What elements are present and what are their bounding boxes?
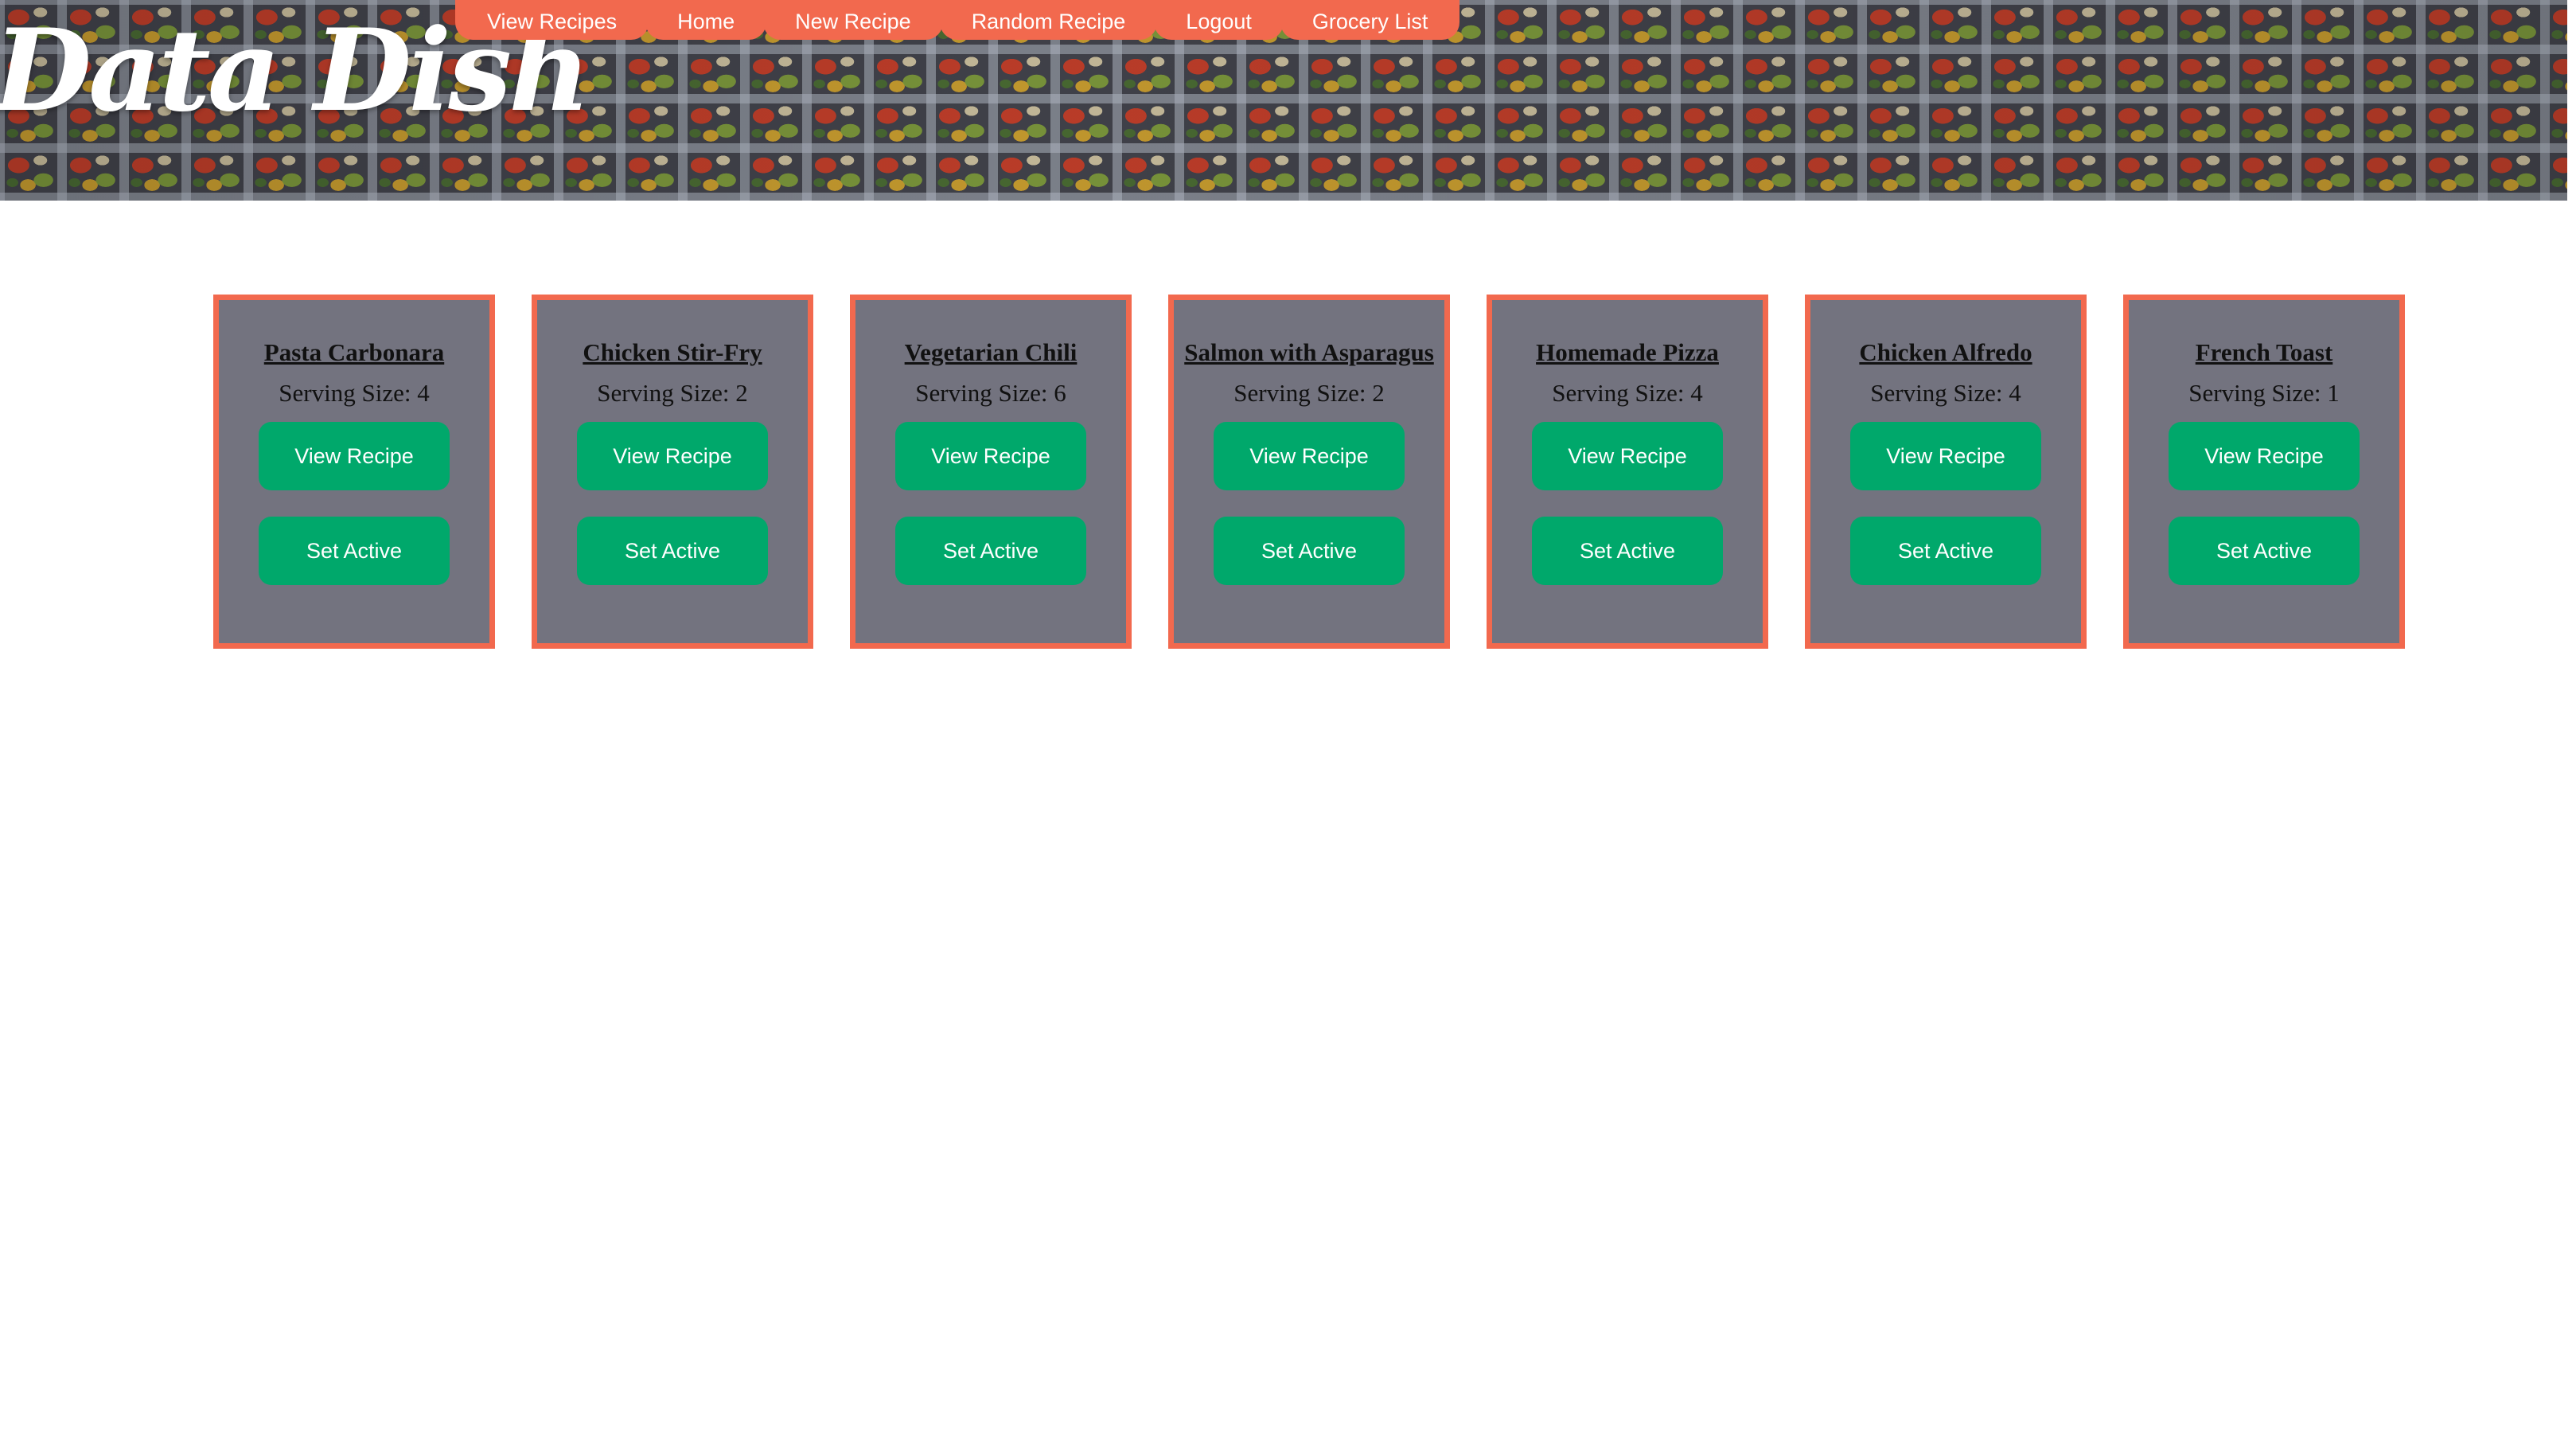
- nav-view-recipes[interactable]: View Recipes: [455, 0, 649, 40]
- serving-size: Serving Size: 2: [597, 379, 748, 407]
- set-active-button[interactable]: Set Active: [1850, 517, 2041, 585]
- view-recipe-button[interactable]: View Recipe: [577, 422, 768, 490]
- recipe-card: Vegetarian Chili Serving Size: 6 View Re…: [850, 295, 1132, 649]
- nav-logout[interactable]: Logout: [1154, 0, 1284, 40]
- recipe-card: Chicken Alfredo Serving Size: 4 View Rec…: [1805, 295, 2087, 649]
- nav-random-recipe[interactable]: Random Recipe: [939, 0, 1158, 40]
- recipe-card: Homemade Pizza Serving Size: 4 View Reci…: [1487, 295, 1768, 649]
- nav-grocery-list[interactable]: Grocery List: [1280, 0, 1460, 40]
- view-recipe-button[interactable]: View Recipe: [1850, 422, 2041, 490]
- set-active-button[interactable]: Set Active: [895, 517, 1086, 585]
- top-navigation: View Recipes Home New Recipe Random Reci…: [455, 0, 1460, 40]
- nav-home[interactable]: Home: [645, 0, 767, 40]
- set-active-button[interactable]: Set Active: [2169, 517, 2360, 585]
- serving-size: Serving Size: 2: [1233, 379, 1385, 407]
- nav-new-recipe[interactable]: New Recipe: [763, 0, 943, 40]
- set-active-button[interactable]: Set Active: [1214, 517, 1405, 585]
- recipe-title[interactable]: Chicken Stir-Fry: [583, 340, 762, 365]
- serving-size: Serving Size: 6: [915, 379, 1066, 407]
- view-recipe-button[interactable]: View Recipe: [259, 422, 450, 490]
- recipe-title[interactable]: Vegetarian Chili: [905, 340, 1078, 365]
- set-active-button[interactable]: Set Active: [1532, 517, 1723, 585]
- view-recipe-button[interactable]: View Recipe: [1214, 422, 1405, 490]
- set-active-button[interactable]: Set Active: [259, 517, 450, 585]
- recipe-title[interactable]: Homemade Pizza: [1536, 340, 1719, 365]
- recipe-card: Pasta Carbonara Serving Size: 4 View Rec…: [213, 295, 495, 649]
- recipe-card: Salmon with Asparagus Serving Size: 2 Vi…: [1168, 295, 1450, 649]
- serving-size: Serving Size: 4: [279, 379, 430, 407]
- recipe-card: French Toast Serving Size: 1 View Recipe…: [2123, 295, 2405, 649]
- view-recipe-button[interactable]: View Recipe: [895, 422, 1086, 490]
- recipe-title[interactable]: Chicken Alfredo: [1859, 340, 2032, 365]
- recipe-card: Chicken Stir-Fry Serving Size: 2 View Re…: [532, 295, 813, 649]
- view-recipe-button[interactable]: View Recipe: [1532, 422, 1723, 490]
- recipe-title[interactable]: French Toast: [2196, 340, 2333, 365]
- view-recipe-button[interactable]: View Recipe: [2169, 422, 2360, 490]
- recipe-title[interactable]: Pasta Carbonara: [264, 340, 444, 365]
- recipe-card-list: Pasta Carbonara Serving Size: 4 View Rec…: [213, 295, 2405, 649]
- header-banner: Data Dish View Recipes Home New Recipe R…: [0, 0, 2567, 201]
- serving-size: Serving Size: 1: [2188, 379, 2340, 407]
- recipe-title[interactable]: Salmon with Asparagus: [1184, 340, 1434, 365]
- serving-size: Serving Size: 4: [1870, 379, 2021, 407]
- set-active-button[interactable]: Set Active: [577, 517, 768, 585]
- page: Data Dish View Recipes Home New Recipe R…: [0, 0, 2576, 1432]
- serving-size: Serving Size: 4: [1552, 379, 1703, 407]
